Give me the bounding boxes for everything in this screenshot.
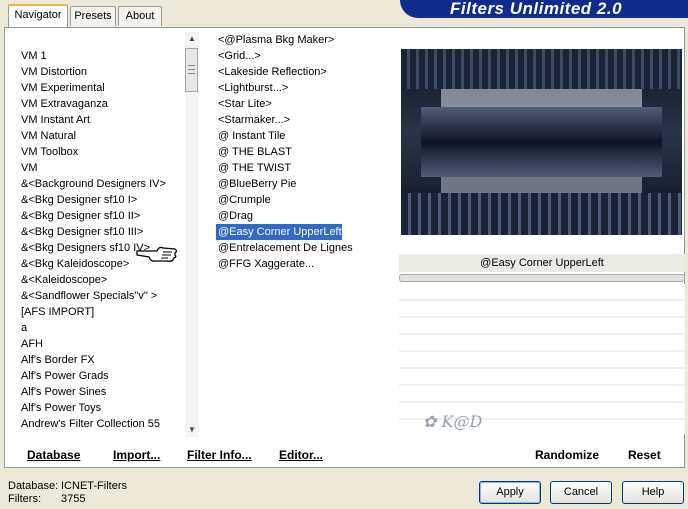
filter-item-label: <@Plasma Bkg Maker> <box>218 34 335 46</box>
cancel-button[interactable]: Cancel <box>550 481 612 504</box>
filter-item[interactable]: @ Instant Tile <box>216 128 396 144</box>
category-list[interactable]: VM 1 VM Distortion VM Experimental VM Extra… <box>19 48 184 432</box>
import-button[interactable]: Import... <box>113 448 160 462</box>
category-item[interactable]: Andrew's Filter Collection 55 <box>19 416 184 432</box>
category-item[interactable]: a <box>19 320 184 336</box>
preview-filter-name: @Easy Corner UpperLeft <box>399 254 685 272</box>
filter-info-button[interactable]: Filter Info... <box>187 448 252 462</box>
filter-item-label: @FFG Xaggerate... <box>218 258 315 270</box>
tab-presets[interactable]: Presets <box>70 6 116 26</box>
category-scrollbar[interactable]: ▲ ▼ <box>185 32 199 437</box>
filter-item[interactable]: <Lightburst...> <box>216 80 396 96</box>
database-button[interactable]: Database <box>27 448 80 462</box>
filter-item-label: <Star Lite> <box>218 98 272 110</box>
filter-item[interactable]: <Star Lite> <box>216 96 396 112</box>
app-title-banner: Filters Unlimited 2.0 <box>400 0 688 18</box>
arrow-down-icon[interactable]: ▼ <box>185 423 199 437</box>
category-item[interactable]: &<Bkg Designer sf10 II> <box>19 208 184 224</box>
category-item[interactable]: &<Kaleidoscope> <box>19 272 184 288</box>
editor-button[interactable]: Editor... <box>279 448 323 462</box>
randomize-button[interactable]: Randomize <box>535 448 599 462</box>
category-item[interactable]: VM <box>19 160 184 176</box>
database-value: ICNET-Filters <box>61 480 127 492</box>
tab-navigator[interactable]: Navigator <box>8 4 68 27</box>
filter-item[interactable]: <Lakeside Reflection> <box>216 64 396 80</box>
filter-item[interactable]: <Grid...> <box>216 48 396 64</box>
filter-item[interactable]: @Easy Corner UpperLeft <box>216 224 396 240</box>
filter-item[interactable]: @Crumple <box>216 192 396 208</box>
category-item[interactable]: &<Bkg Designer sf10 III> <box>19 224 184 240</box>
scrollbar-thumb[interactable] <box>185 48 198 92</box>
filter-item[interactable]: @ THE TWIST <box>216 160 396 176</box>
filter-list[interactable]: <@Plasma Bkg Maker> <Grid...> <Lakeside Re… <box>216 32 396 272</box>
separator-bar <box>399 274 685 282</box>
tab-about[interactable]: About <box>118 6 162 26</box>
status-info: Database: ICNET-Filters Filters: 3755 <box>8 480 127 506</box>
filter-item-label: <Lakeside Reflection> <box>218 66 327 78</box>
filters-count: 3755 <box>61 493 86 505</box>
filter-item-label: @Drag <box>218 210 254 222</box>
filter-item[interactable]: <Starmaker...> <box>216 112 396 128</box>
filters-label: Filters: <box>8 493 41 505</box>
filter-item-label: @ THE TWIST <box>218 162 292 174</box>
filter-item[interactable]: @FFG Xaggerate... <box>216 256 396 272</box>
category-item[interactable]: Alf's Border FX <box>19 352 184 368</box>
category-item[interactable]: VM 1 <box>19 48 184 64</box>
category-item[interactable]: &<Background Designers IV> <box>19 176 184 192</box>
filter-item-label: <Starmaker...> <box>218 114 291 126</box>
filter-item-label: <Lightburst...> <box>218 82 289 94</box>
category-item[interactable]: &<Sandflower Specials"v" > <box>19 288 184 304</box>
filter-item-label: @BlueBerry Pie <box>218 178 297 190</box>
reset-button[interactable]: Reset <box>628 448 661 462</box>
filter-item[interactable]: <@Plasma Bkg Maker> <box>216 32 396 48</box>
filter-item[interactable]: @Entrelacement De Lignes <box>216 240 396 256</box>
apply-button[interactable]: Apply <box>479 481 541 504</box>
filters-unlimited-window: Navigator Presets About Filters Unlimite… <box>0 0 688 509</box>
filter-item-label: @Easy Corner UpperLeft <box>216 224 342 240</box>
filter-item-label: @Crumple <box>218 194 271 206</box>
category-item[interactable]: Alf's Power Toys <box>19 400 184 416</box>
filter-item[interactable]: @ THE BLAST <box>216 144 396 160</box>
filter-item-label: @ Instant Tile <box>218 130 286 142</box>
category-item[interactable]: VM Experimental <box>19 80 184 96</box>
category-item[interactable]: VM Toolbox <box>19 144 184 160</box>
category-item[interactable]: VM Instant Art <box>19 112 184 128</box>
category-item[interactable]: &<Bkg Designer sf10 I> <box>19 192 184 208</box>
category-item[interactable]: VM Distortion <box>19 64 184 80</box>
filter-item-label: <Grid...> <box>218 50 261 62</box>
preview-image <box>401 49 682 235</box>
category-item[interactable]: VM Extravaganza <box>19 96 184 112</box>
category-item[interactable]: [AFS IMPORT] <box>19 304 184 320</box>
filter-item[interactable]: @Drag <box>216 208 396 224</box>
database-label: Database: <box>8 480 59 492</box>
help-button[interactable]: Help <box>622 481 684 504</box>
pointing-hand-icon <box>136 246 178 262</box>
arrow-up-icon[interactable]: ▲ <box>185 32 199 46</box>
filter-item-label: @ THE BLAST <box>218 146 292 158</box>
watermark-logo: ✿ K@D <box>423 412 483 431</box>
filter-item-label: @Entrelacement De Lignes <box>218 242 353 254</box>
filter-item[interactable]: @BlueBerry Pie <box>216 176 396 192</box>
category-item[interactable]: Alf's Power Grads <box>19 368 184 384</box>
navigator-panel: VM 1 VM Distortion VM Experimental VM Extra… <box>4 27 685 468</box>
category-item[interactable]: Alf's Power Sines <box>19 384 184 400</box>
category-item[interactable]: AFH <box>19 336 184 352</box>
category-item[interactable]: VM Natural <box>19 128 184 144</box>
